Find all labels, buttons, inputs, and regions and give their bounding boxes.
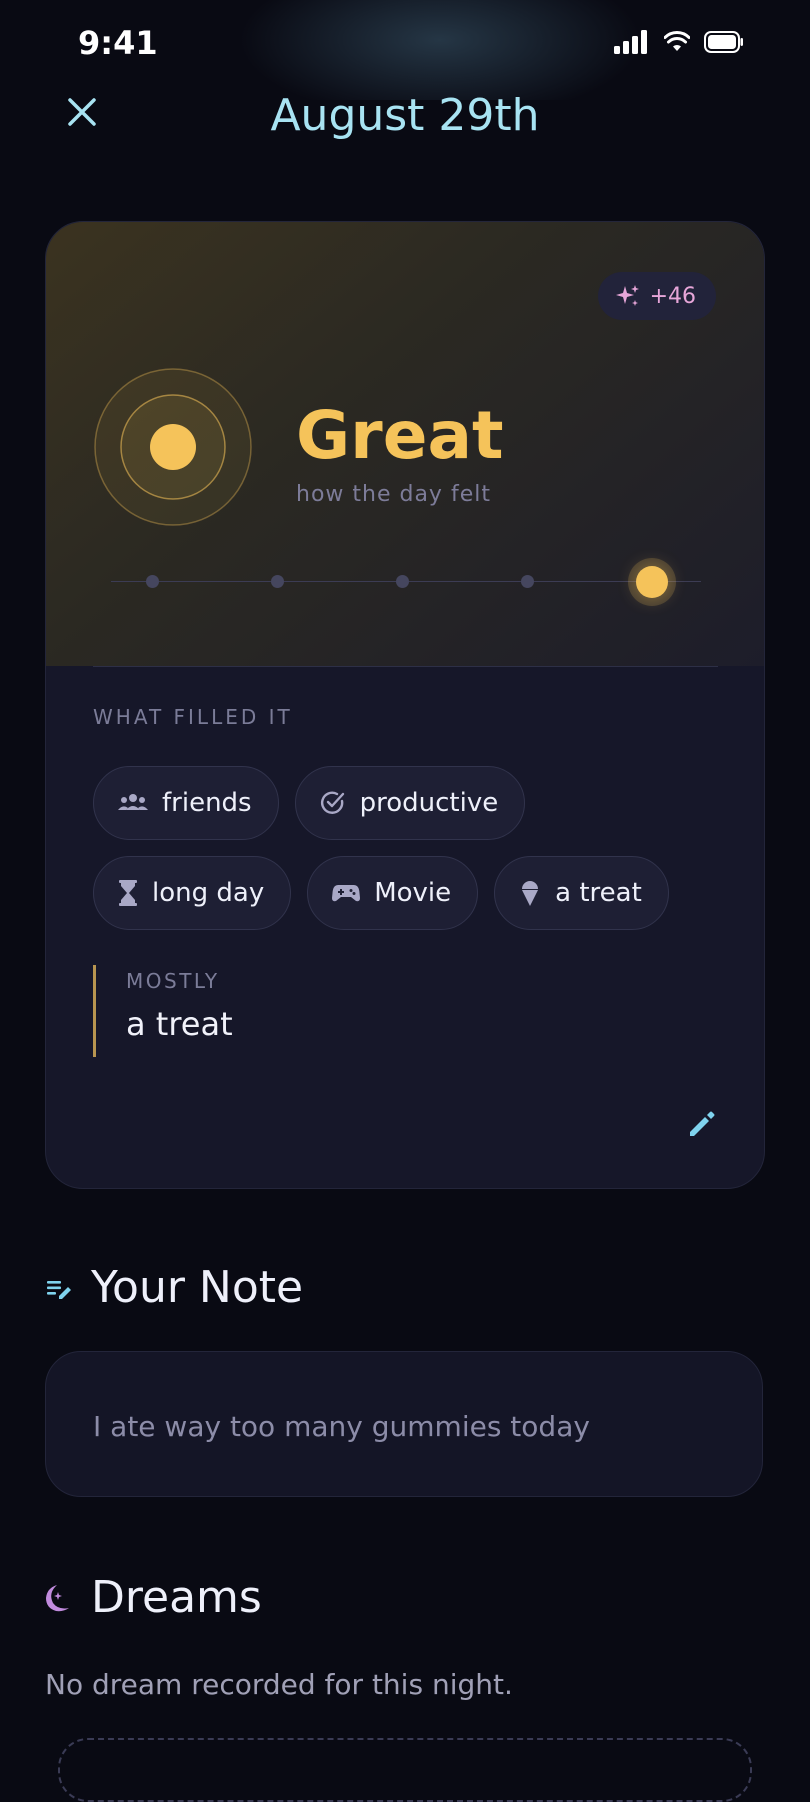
ice-cream-icon [522,881,539,906]
tag-label: a treat [555,878,642,908]
mood-label: Great [296,397,504,474]
dreams-section-title: Dreams [91,1572,262,1623]
gamepad-icon [332,885,361,902]
tag-label: Movie [374,878,452,908]
battery-icon [704,31,743,53]
hourglass-icon [119,880,137,906]
tag-label: productive [359,788,499,818]
mood-scale-dot-1[interactable] [146,575,159,588]
dreams-empty-text: No dream recorded for this night. [45,1668,513,1701]
check-circle-icon [320,791,344,814]
tag-label: friends [162,788,252,818]
mood-scale-dot-3[interactable] [396,575,409,588]
mood-scale-dot-4[interactable] [521,575,534,588]
mood-subtitle: how the day felt [296,482,491,507]
add-dream-placeholder[interactable] [58,1738,752,1802]
points-badge: +46 [597,272,716,320]
page-title: August 29th [270,90,540,141]
group-icon [118,794,148,810]
mood-scale-dot-5-selected[interactable] [636,566,668,598]
mood-scale [111,562,701,602]
note-box[interactable]: I ate way too many gummies today [45,1351,763,1497]
tag-label: long day [152,878,265,908]
mood-sun-icon [94,368,252,526]
sparkles-icon [615,285,639,306]
wifi-icon [664,31,690,51]
mostly-label: MOSTLY [126,969,220,993]
points-badge-text: +46 [649,283,696,309]
card-divider [93,666,718,667]
cellular-signal-icon [614,30,647,54]
status-time: 9:41 [78,24,158,62]
tag-movie[interactable]: Movie [307,856,479,930]
mostly-value: a treat [126,1005,233,1043]
note-edit-icon [47,1280,71,1299]
tag-long-day[interactable]: long day [93,856,292,930]
note-text: I ate way too many gummies today [93,1410,590,1443]
tag-productive[interactable]: productive [294,766,526,840]
mood-card: +46 Great how the day felt WHAT FILLED I… [45,221,765,1189]
mood-scale-dot-2[interactable] [271,575,284,588]
status-icons [614,30,744,54]
tag-list: friends productive long day Movie a trea… [93,766,733,946]
moon-icon [46,1584,69,1611]
edit-pencil-icon[interactable] [686,1108,718,1140]
tag-a-treat[interactable]: a treat [494,856,669,930]
what-filled-it-label: WHAT FILLED IT [93,705,293,729]
note-section-title: Your Note [91,1262,304,1313]
mostly-summary: MOSTLY a treat [93,965,233,1057]
dreams-section-header: Dreams [45,1572,262,1623]
note-section-header: Your Note [45,1262,303,1313]
tag-friends[interactable]: friends [93,766,279,840]
status-bar: 9:41 [0,0,810,100]
